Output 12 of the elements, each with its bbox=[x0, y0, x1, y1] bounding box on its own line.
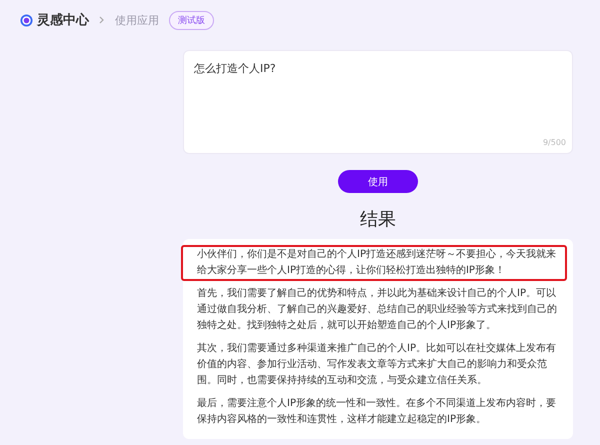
result-paragraph: 其次，我们需要通过多种渠道来推广自己的个人IP。比如可以在社交媒体上发布有价值的内容、参加行业活动、写作发表文章等方式来扩大自己的影响力和受众范围。同时，也需要保持持续的互动和交流，与受众建立信任关系。 bbox=[196, 342, 557, 388]
result-title: 结果 bbox=[360, 208, 396, 231]
character-counter: 9/500 bbox=[542, 138, 566, 147]
prompt-input-field[interactable]: 怎么打造个人IP? 9/500 bbox=[183, 50, 573, 154]
result-paragraph: 小伙伴们，你们是不是对自己的个人IP打造还感到迷茫呀～不要担心，今天我就来给大家分享一些个人IP打造的心得，让你们轻松打造出独特的IP形象！ bbox=[181, 245, 567, 281]
app-name[interactable]: 灵感中心 bbox=[37, 11, 89, 29]
use-button[interactable]: 使用 bbox=[338, 170, 418, 193]
result-paragraph: 最后，需要注意个人IP形象的统一性和一致性。在多个不同渠道上发布内容时，要保持内容风格的一致性和连贯性，这样才能建立起稳定的IP形象。 bbox=[196, 396, 557, 427]
result-paragraph: 首先，我们需要了解自己的优势和特点，并以此为基础来设计自己的个人IP。可以通过做自我分析、了解自己的兴趣爱好、总结自己的职业经验等方式来找到自己的独特之处。找到独特之处后，就可以开始塑造自己的个人IP形象了。 bbox=[196, 286, 558, 333]
version-badge: 测试版 bbox=[169, 10, 214, 30]
logo-icon bbox=[20, 14, 33, 26]
chevron-icon bbox=[99, 16, 105, 24]
